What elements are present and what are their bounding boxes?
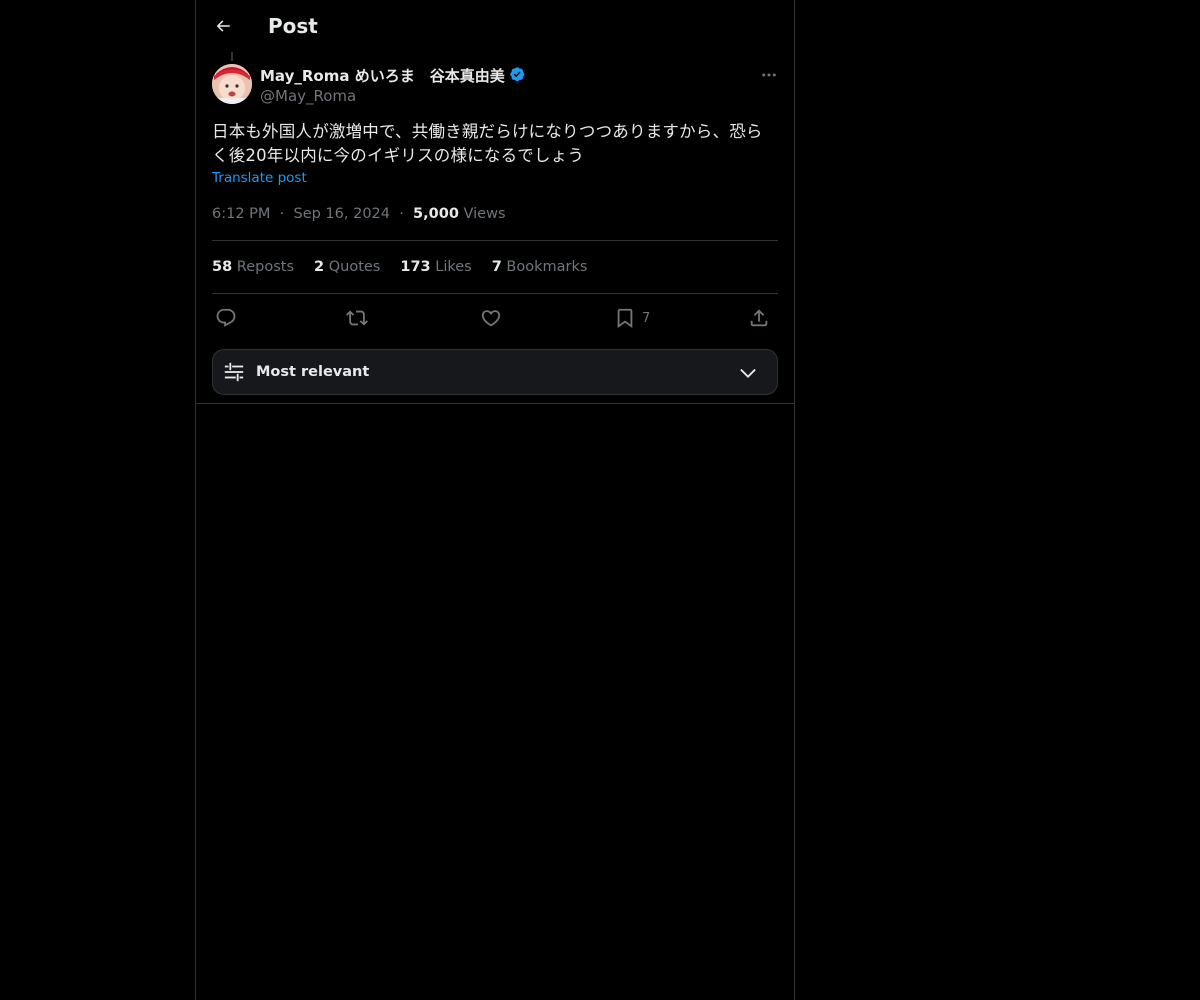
views-count: 5,000 [413,206,459,222]
display-name[interactable]: May_Roma めいろま 谷本真由美 [260,64,527,86]
bookmark-icon [617,308,633,329]
stat-reposts[interactable]: 58 Reposts [212,257,294,277]
more-options-button[interactable] [758,64,780,86]
like-button[interactable] [480,304,502,332]
stat-bookmarks[interactable]: 7 Bookmarks [492,257,588,277]
share-button[interactable] [748,304,770,332]
post-text: 日本も外国人が激増中で、共働き親だらけになりつつありますから、恐らく後20年以内… [212,122,763,165]
meta-separator: · [399,206,404,222]
page-title: Post [268,14,318,38]
top-bar: Post [196,0,794,53]
section-divider [196,403,794,404]
post-meta: 6:12 PM · Sep 16, 2024 · 5,000 Views [212,204,506,224]
stat-label: Bookmarks [506,259,588,275]
divider [212,293,778,294]
stat-quotes[interactable]: 2 Quotes [314,257,380,277]
avatar[interactable] [212,64,252,104]
stat-count: 58 [212,259,233,275]
author-handle[interactable]: @May_Roma [260,86,527,106]
stat-count: 2 [314,259,325,275]
repost-icon [346,310,368,326]
verified-badge-icon[interactable] [509,66,527,84]
post-time[interactable]: 6:12 PM [212,206,270,222]
bookmark-button[interactable]: 7 [614,304,650,332]
sort-label: Most relevant [256,364,370,380]
share-icon [750,309,768,327]
display-name-text[interactable]: May_Roma めいろま 谷本真由美 [260,65,505,86]
translate-post-link[interactable]: Translate post [212,170,307,186]
post-stats: 58 Reposts 2 Quotes 173 Likes 7 Bookmark… [212,257,587,277]
repost-button[interactable] [346,304,368,332]
arrow-left-icon [216,20,230,32]
back-button[interactable] [206,9,240,43]
avatar-image [212,64,252,104]
stat-count: 173 [400,259,431,275]
stat-likes[interactable]: 173 Likes [400,257,471,277]
chevron-down-icon [740,368,756,378]
author-info: May_Roma めいろま 谷本真由美 @May_Roma [260,64,527,106]
main-column: Post May_Roma めいろま 谷本真由美 @May_Roma 日本も外国… [195,0,795,1000]
divider [212,240,778,241]
reply-sort-dropdown[interactable]: Most relevant [212,349,778,395]
meta-separator: · [279,206,285,222]
stat-label: Quotes [328,259,381,275]
action-bar: 7 [212,304,778,332]
post-date[interactable]: Sep 16, 2024 [293,206,390,222]
views-label: Views [463,206,506,222]
heart-icon [481,310,501,327]
sliders-icon [224,362,244,382]
reply-icon [216,308,236,327]
stat-label: Likes [435,259,472,275]
stat-label: Reposts [236,259,295,275]
stat-count: 7 [491,259,502,275]
thread-line [231,52,233,61]
more-horizontal-icon [762,73,776,77]
reply-button[interactable] [215,304,237,332]
bookmark-count: 7 [642,310,651,326]
